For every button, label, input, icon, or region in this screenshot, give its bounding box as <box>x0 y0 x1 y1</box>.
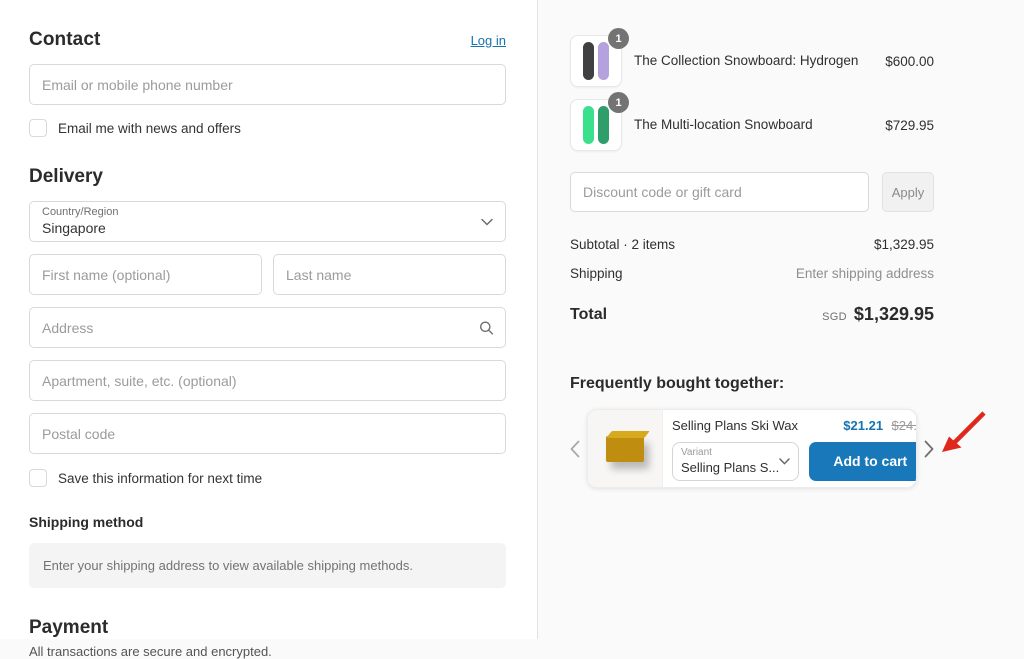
address-field-wrap <box>29 307 506 348</box>
chevron-right-icon <box>924 440 934 457</box>
ski-wax-thumbnail <box>588 410 663 487</box>
product-thumbnail-multilocation: 1 <box>570 92 629 151</box>
total-value: $1,329.95 <box>853 304 934 324</box>
search-icon <box>479 320 494 335</box>
snowboard-purple-graphic <box>598 42 609 80</box>
fbt-heading: Frequently bought together: <box>570 375 785 392</box>
address-field[interactable] <box>29 307 506 348</box>
login-link[interactable]: Log in <box>471 33 506 48</box>
shipping-row: Shipping Enter shipping address <box>570 266 934 281</box>
snowboard-mint-graphic <box>583 106 594 144</box>
save-info-row: Save this information for next time <box>29 469 506 487</box>
subtotal-value: $1,329.95 <box>873 237 934 252</box>
wax-block-graphic <box>606 435 644 462</box>
chevron-down-icon <box>779 458 790 465</box>
variant-select-value: Selling Plans S... <box>681 459 780 475</box>
order-summary-pane: 1 The Collection Snowboard: Hydrogen $60… <box>538 0 1024 639</box>
product-price: $729.95 <box>885 117 934 133</box>
quantity-badge: 1 <box>608 92 629 113</box>
contact-header: Contact Log in <box>29 29 506 51</box>
news-offers-checkbox[interactable] <box>29 119 47 137</box>
email-input[interactable] <box>29 64 506 105</box>
country-select[interactable]: Country/Region Singapore <box>29 201 506 242</box>
cart-item: 1 The Multi-location Snowboard $729.95 <box>570 92 934 151</box>
contact-heading: Contact <box>29 29 101 50</box>
frequently-bought-together: Frequently bought together: Selling Plan… <box>570 375 986 488</box>
news-offers-label: Email me with news and offers <box>58 120 241 136</box>
cart-item: 1 The Collection Snowboard: Hydrogen $60… <box>570 28 934 87</box>
shipping-value: Enter shipping address <box>795 266 934 281</box>
carousel-next-button[interactable] <box>924 440 934 458</box>
news-offers-row: Email me with news and offers <box>29 119 506 137</box>
fbt-compare-price: $24.95 <box>891 418 917 433</box>
discount-row: Apply <box>570 172 934 212</box>
delivery-heading: Delivery <box>29 166 103 187</box>
apartment-field[interactable] <box>29 360 506 401</box>
total-row: Total SGD $1,329.95 <box>570 304 934 325</box>
payment-subtext: All transactions are secure and encrypte… <box>29 644 272 659</box>
annotation-arrow-icon <box>942 411 986 452</box>
product-name: The Collection Snowboard: Hydrogen <box>634 53 859 69</box>
subtotal-row: Subtotal · 2 items $1,329.95 <box>570 237 934 252</box>
carousel-prev-button[interactable] <box>570 440 580 458</box>
variant-select-label: Variant <box>681 447 712 458</box>
payment-heading: Payment <box>29 617 109 638</box>
shipping-method-notice: Enter your shipping address to view avai… <box>29 543 506 588</box>
fbt-sale-price: $21.21 <box>843 418 884 433</box>
quantity-badge: 1 <box>608 28 629 49</box>
fbt-product-card: Selling Plans Ski Wax $21.21 $24.95 Vari… <box>587 409 917 488</box>
snowboard-dark-graphic <box>583 42 594 80</box>
product-name: The Multi-location Snowboard <box>634 117 813 133</box>
apply-discount-button[interactable]: Apply <box>882 172 934 212</box>
snowboard-green-graphic <box>598 106 609 144</box>
postal-code-field-wrap <box>29 413 506 454</box>
shipping-label: Shipping <box>570 266 623 281</box>
add-to-cart-button[interactable]: Add to cart <box>809 442 916 481</box>
apartment-field-wrap <box>29 360 506 401</box>
variant-select[interactable]: Variant Selling Plans S... <box>672 442 800 481</box>
checkout-form-pane: Contact Log in Email me with news and of… <box>0 0 538 659</box>
first-name-field[interactable] <box>29 254 262 295</box>
name-row <box>29 254 506 295</box>
save-info-checkbox[interactable] <box>29 469 47 487</box>
currency-code: SGD <box>822 311 847 323</box>
chevron-down-icon <box>481 218 493 226</box>
checkout-page: Contact Log in Email me with news and of… <box>0 0 1024 659</box>
save-info-label: Save this information for next time <box>58 470 263 486</box>
product-thumbnail-hydrogen: 1 <box>570 28 629 87</box>
subtotal-label: Subtotal · 2 items <box>570 237 676 252</box>
fbt-carousel: Selling Plans Ski Wax $21.21 $24.95 Vari… <box>570 409 986 488</box>
product-price: $600.00 <box>885 53 934 69</box>
discount-code-input[interactable] <box>570 172 869 212</box>
country-select-label: Country/Region <box>42 205 119 218</box>
total-label: Total <box>570 305 608 323</box>
shipping-method-heading: Shipping method <box>29 514 144 530</box>
last-name-field[interactable] <box>273 254 506 295</box>
fbt-product-name: Selling Plans Ski Wax <box>672 418 798 433</box>
chevron-left-icon <box>570 440 580 457</box>
country-select-value: Singapore <box>42 219 106 236</box>
postal-code-field[interactable] <box>29 413 506 454</box>
